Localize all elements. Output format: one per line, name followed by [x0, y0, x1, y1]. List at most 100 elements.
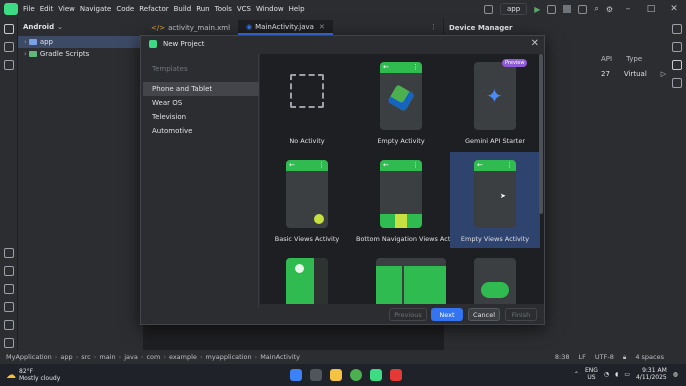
battery-icon[interactable]: ▭: [624, 371, 630, 378]
breadcrumb-item[interactable]: main: [99, 353, 115, 361]
app-quality-icon[interactable]: [4, 266, 14, 276]
category-phone-and-tablet[interactable]: Phone and Tablet: [143, 82, 259, 96]
breadcrumb-item[interactable]: example: [169, 353, 197, 361]
file-encoding[interactable]: UTF-8: [595, 353, 614, 362]
phone-preview: [286, 258, 328, 304]
menu-run[interactable]: Run: [196, 5, 209, 13]
previous-button[interactable]: Previous: [389, 308, 427, 321]
breadcrumb-item[interactable]: src: [81, 353, 91, 361]
compose-logo-icon: [387, 84, 415, 112]
template-label: Empty Activity: [377, 137, 425, 145]
template-empty-activity[interactable]: ← ⋮ Empty Activity: [356, 54, 446, 150]
logcat-icon[interactable]: [4, 284, 14, 294]
cancel-button[interactable]: Cancel: [468, 308, 500, 321]
breadcrumb-item[interactable]: com: [146, 353, 160, 361]
menu-tools[interactable]: Tools: [215, 5, 232, 13]
project-tool-icon[interactable]: [4, 24, 14, 34]
debug-icon[interactable]: [547, 4, 557, 14]
menu-window[interactable]: Window: [256, 5, 284, 13]
language-indicator[interactable]: ENG US: [585, 367, 598, 381]
template-game-activity[interactable]: [450, 250, 540, 304]
sync-icon[interactable]: [578, 4, 588, 14]
bottom-nav-selected: [395, 214, 407, 228]
hammer-icon[interactable]: [484, 4, 493, 14]
menu-code[interactable]: Code: [116, 5, 134, 13]
weather-widget[interactable]: ☁ 82°F Mostly cloudy: [6, 368, 60, 382]
menu-edit[interactable]: Edit: [40, 5, 54, 13]
file-explorer-icon[interactable]: [330, 369, 342, 381]
template-bottom-navigation-views-activity[interactable]: ← ⋮ Bottom Navigation Views Activity: [356, 152, 464, 248]
close-icon[interactable]: ✕: [531, 38, 539, 49]
template-gemini-api-starter[interactable]: ✦ Preview Gemini API Starter: [450, 54, 540, 150]
tree-item-gradle-scripts[interactable]: › Gradle Scripts: [18, 48, 143, 60]
more-tabs-icon[interactable]: ⋮: [430, 23, 437, 31]
menu-vcs[interactable]: VCS: [237, 5, 251, 13]
version-control-icon[interactable]: [4, 338, 14, 348]
clock[interactable]: 9:31 AM 4/11/2025: [636, 367, 667, 381]
maximize-icon[interactable]: □: [643, 4, 659, 14]
category-wear-os[interactable]: Wear OS: [143, 96, 259, 110]
indent-setting[interactable]: 4 spaces: [635, 353, 664, 362]
next-button[interactable]: Next: [431, 308, 463, 321]
breadcrumb-item[interactable]: MyApplication: [6, 353, 52, 361]
right-tool-strip: [668, 18, 686, 350]
notifications-icon[interactable]: [672, 24, 682, 34]
more-tools-icon[interactable]: [4, 60, 14, 70]
template-basic-views-activity[interactable]: ← ⋮ Basic Views Activity: [262, 152, 352, 248]
search-taskbar-icon[interactable]: [310, 369, 322, 381]
launch-device-icon[interactable]: ▷: [661, 70, 666, 78]
template-empty-views-activity[interactable]: ← ⋮ ➤ Empty Views Activity: [450, 152, 540, 248]
running-devices-icon[interactable]: [672, 78, 682, 88]
menu-file[interactable]: File: [23, 5, 35, 13]
wifi-icon[interactable]: ◔: [604, 371, 609, 378]
category-television[interactable]: Television: [143, 110, 259, 124]
search-icon[interactable]: ⌕: [594, 4, 598, 14]
line-separator[interactable]: LF: [579, 353, 586, 362]
status-right: 8:38 LF UTF-8 🔒︎ 4 spaces: [555, 353, 664, 362]
stop-icon[interactable]: [563, 5, 572, 13]
category-automotive[interactable]: Automotive: [143, 124, 259, 138]
chrome-icon[interactable]: [350, 369, 362, 381]
run-icon[interactable]: ▶: [534, 5, 540, 14]
settings-icon[interactable]: ⚙: [606, 5, 613, 14]
android-studio-taskbar-icon[interactable]: [370, 369, 382, 381]
tab-main-activity-java[interactable]: ◉ MainActivity.java ✕: [238, 20, 333, 35]
close-window-icon[interactable]: ✕: [666, 4, 682, 14]
menu-navigate[interactable]: Navigate: [80, 5, 111, 13]
run-config-selector[interactable]: app: [500, 3, 528, 15]
tree-item-app[interactable]: › app: [18, 36, 143, 48]
chevron-up-icon[interactable]: ⌃: [574, 371, 579, 378]
breadcrumb-item[interactable]: java: [124, 353, 138, 361]
tab-activity-main-xml[interactable]: </> activity_main.xml: [143, 20, 238, 35]
menu-help[interactable]: Help: [289, 5, 305, 13]
gradle-tool-icon[interactable]: [672, 42, 682, 52]
breadcrumb-item[interactable]: app: [60, 353, 72, 361]
project-view-selector[interactable]: Android ⌄: [18, 18, 143, 36]
clock-date: 4/11/2025: [635, 374, 667, 381]
phone-preview: [376, 258, 446, 304]
close-tab-icon[interactable]: ✕: [319, 23, 325, 31]
structure-tool-icon[interactable]: [4, 42, 14, 52]
breadcrumb-item[interactable]: myapplication: [206, 353, 252, 361]
menu-build[interactable]: Build: [174, 5, 192, 13]
device-manager-tool-icon[interactable]: [672, 60, 682, 70]
menu-refactor[interactable]: Refactor: [139, 5, 168, 13]
lock-icon[interactable]: 🔒︎: [623, 353, 626, 362]
problems-icon[interactable]: [4, 302, 14, 312]
notification-bell-icon[interactable]: ◍: [673, 371, 678, 378]
template-list-activity[interactable]: [262, 250, 352, 304]
build-tool-icon[interactable]: [4, 248, 14, 258]
finish-button[interactable]: Finish: [505, 308, 537, 321]
gallery-scrollbar[interactable]: [539, 54, 543, 214]
volume-icon[interactable]: ◖: [615, 371, 618, 378]
recorder-icon[interactable]: [390, 369, 402, 381]
template-grid-activity[interactable]: [356, 250, 446, 304]
template-label: Basic Views Activity: [274, 235, 340, 243]
start-icon[interactable]: [290, 369, 302, 381]
terminal-icon[interactable]: [4, 320, 14, 330]
template-no-activity[interactable]: No Activity: [262, 54, 352, 150]
caret-position[interactable]: 8:38: [555, 353, 570, 362]
menu-view[interactable]: View: [58, 5, 75, 13]
minimize-icon[interactable]: –: [620, 4, 636, 14]
breadcrumb-item[interactable]: MainActivity: [260, 353, 300, 361]
